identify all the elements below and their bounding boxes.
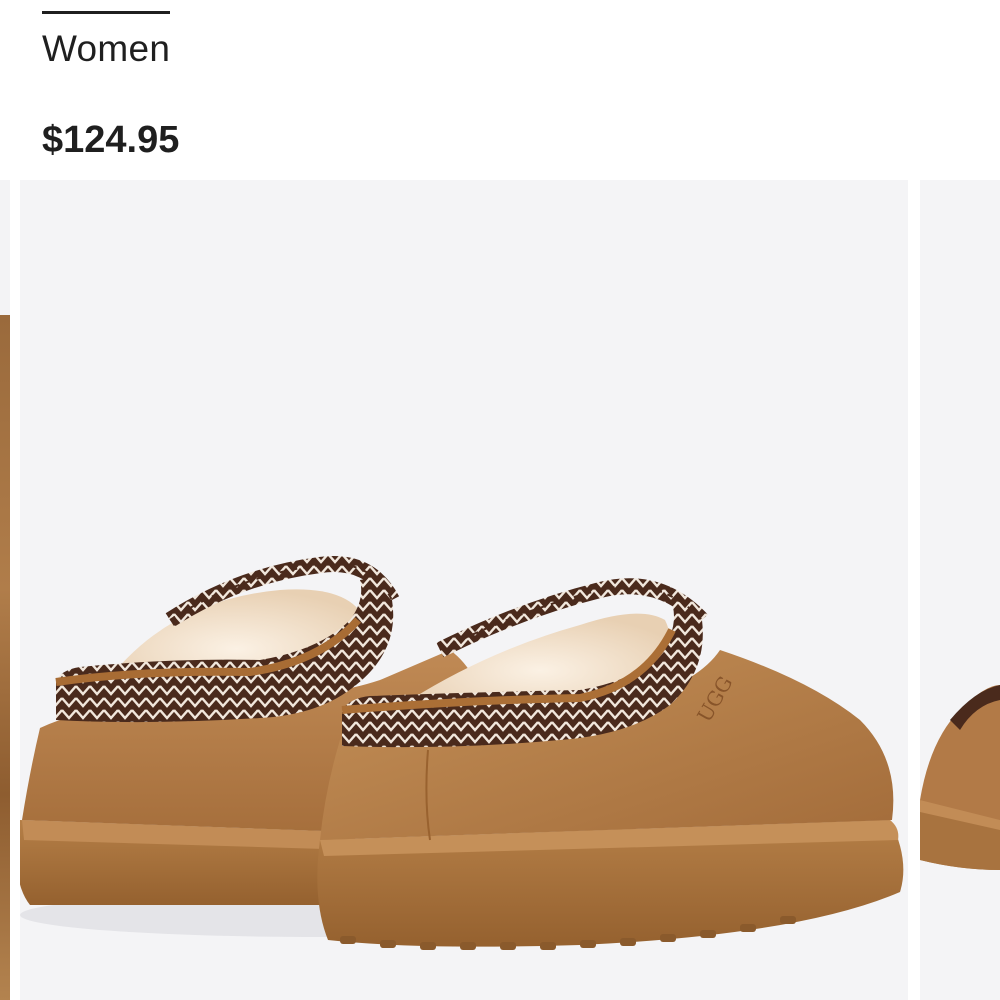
previous-image-sliver	[0, 315, 10, 1000]
main-product-image[interactable]: UGG	[20, 180, 908, 1000]
next-image-peek[interactable]	[920, 180, 1000, 1000]
image-carousel[interactable]: UGG	[0, 180, 1000, 1000]
product-price: $124.95	[42, 119, 180, 161]
product-category: Women	[42, 28, 171, 69]
product-page: Women $124.95 UGG	[0, 0, 1000, 1000]
divider	[42, 11, 170, 14]
right-slipper: UGG	[317, 578, 904, 950]
previous-image-peek[interactable]	[0, 180, 10, 1000]
